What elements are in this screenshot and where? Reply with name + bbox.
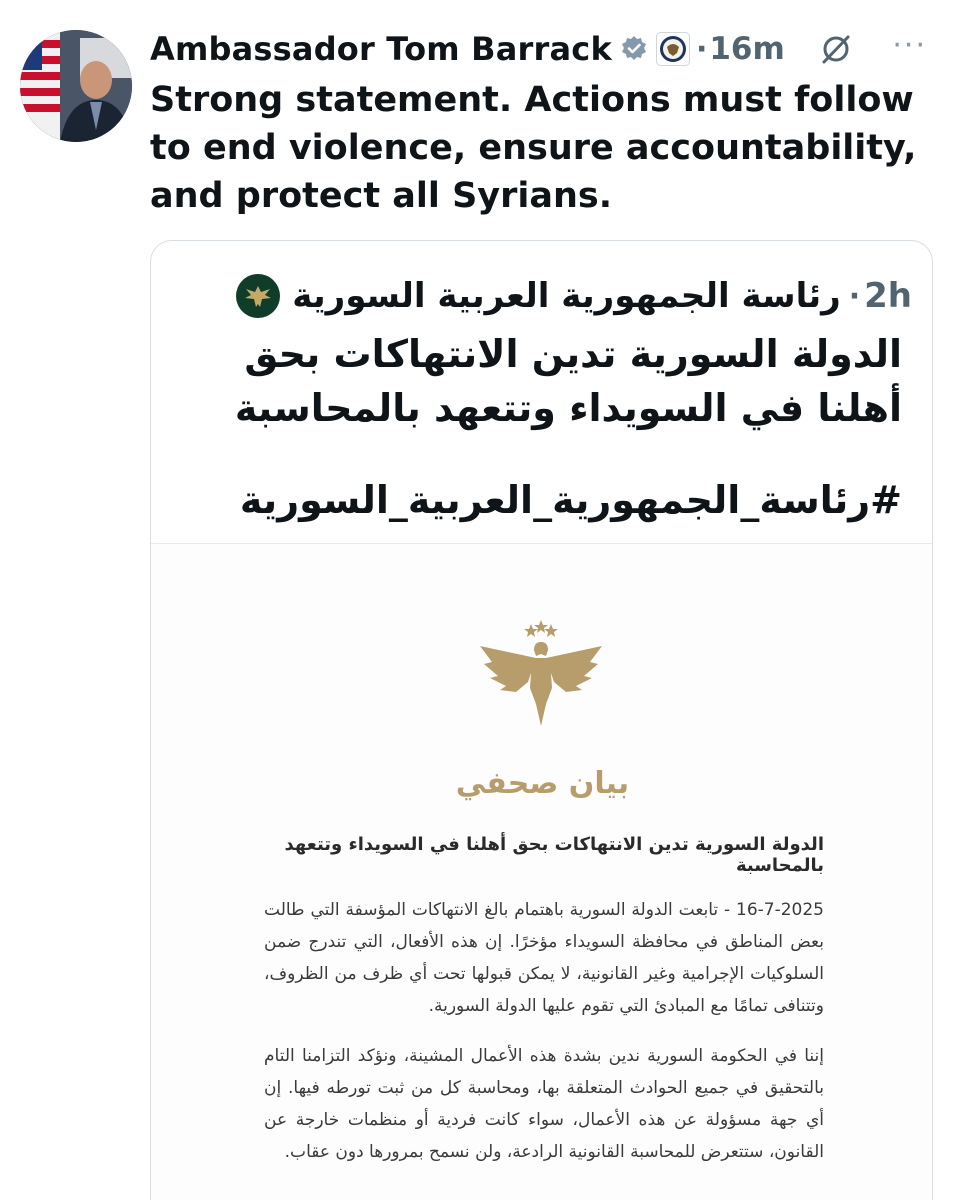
quoted-author-name[interactable]: رئاسة الجمهورية العربية السورية [292, 276, 840, 316]
quoted-media-image[interactable]: بيان صحفي الدولة السورية تدين الانتهاكات… [151, 543, 932, 1200]
press-release-heading: بيان صحفي [455, 766, 630, 801]
tweet-text: Strong statement. Actions must follow to… [150, 80, 917, 216]
more-options-icon[interactable]: ··· [892, 28, 927, 63]
quoted-timestamp[interactable]: 2h [864, 276, 912, 316]
grok-icon[interactable] [819, 32, 853, 66]
state-department-seal-icon[interactable] [655, 32, 690, 66]
separator-dot: · [695, 31, 708, 67]
quoted-hashtag[interactable]: #رئاسة_الجمهورية_العربية_السورية [172, 473, 902, 527]
quoted-separator-dot: · [848, 278, 861, 314]
syria-eagle-emblem [480, 620, 602, 726]
syria-eagle-seal-icon[interactable] [236, 274, 281, 318]
verified-badge-icon[interactable] [620, 35, 648, 63]
press-release-paragraph-2: إننا في الحكومة السورية ندين بشدة هذه ال… [264, 1046, 824, 1162]
quoted-tweet-card[interactable]: رئاسة الجمهورية العربية السورية · 2h الد… [150, 240, 933, 1200]
press-release-title: الدولة السورية تدين الانتهاكات بحق أهلنا… [284, 834, 825, 876]
quoted-tweet-text: الدولة السورية تدين الانتهاكات بحق أهلنا… [234, 332, 902, 430]
timestamp[interactable]: 16m [709, 31, 784, 67]
author-name[interactable]: Ambassador Tom Barrack [150, 30, 612, 68]
press-release-paragraph-1: 16-7-2025 - تابعت الدولة السورية باهتمام… [264, 900, 824, 1016]
quoted-tweet-header: رئاسة الجمهورية العربية السورية · 2h [230, 271, 912, 321]
author-avatar[interactable] [20, 30, 132, 142]
tweet-header: Ambassador Tom Barrack · 16m ··· [150, 26, 933, 72]
